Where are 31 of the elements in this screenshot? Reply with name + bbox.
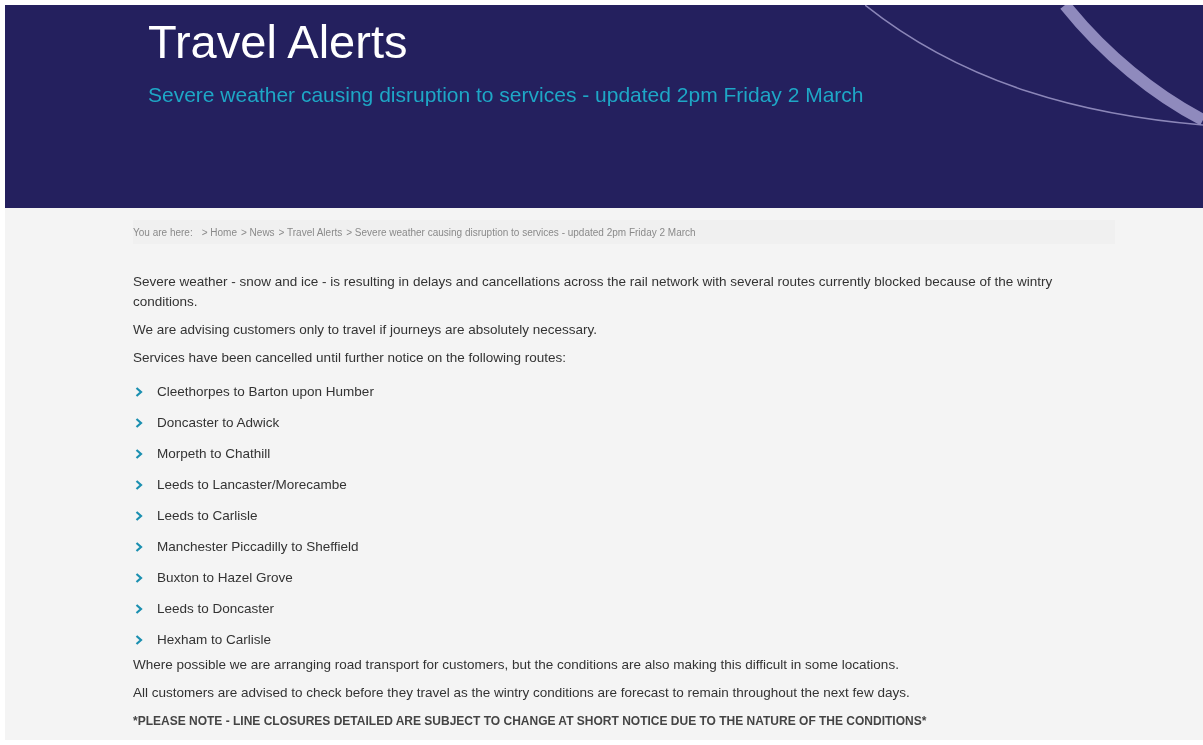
chevron-icon — [135, 541, 143, 552]
route-item: Leeds to Doncaster — [157, 601, 275, 616]
page-subtitle: Severe weather causing disruption to services - updated 2pm Friday 2 March — [148, 85, 864, 105]
chevron-icon — [135, 634, 143, 645]
breadcrumb-label: You are here: — [133, 226, 193, 238]
route-item: Leeds to Carlisle — [157, 508, 258, 523]
breadcrumb-link[interactable]: > Home — [201, 226, 237, 238]
chevron-icon — [135, 448, 143, 459]
route-item: Doncaster to Adwick — [157, 415, 280, 430]
route-item: Cleethorpes to Barton upon Humber — [157, 384, 374, 399]
chevron-icon — [135, 510, 143, 521]
breadcrumb-link[interactable]: > Severe weather causing disruption to services - updated 2pm Friday 2 March — [346, 226, 696, 238]
route-item: Leeds to Lancaster/Morecambe — [157, 477, 347, 492]
route-item: Hexham to Carlisle — [157, 632, 272, 647]
chevron-icon — [135, 386, 143, 397]
paragraph: Where possible we are arranging road transport for customers, but the conditions are also making this difficult in some locations. — [133, 656, 900, 674]
breadcrumb-link[interactable]: > Travel Alerts — [278, 226, 343, 238]
paragraph: Severe weather - snow and ice - is resulting in delays and cancellations across the rail network with several routes currently blocked because of the wintry conditions. — [133, 273, 1054, 311]
notice-text: *PLEASE NOTE - LINE CLOSURES DETAILED ARE SUBJECT TO CHANGE AT SHORT NOTICE DUE TO THE NATURE OF THE CONDITIONS* — [133, 713, 928, 730]
chevron-icon — [135, 572, 143, 583]
route-item: Manchester Piccadilly to Sheffield — [157, 539, 359, 554]
chevron-icon — [135, 417, 143, 428]
chevron-icon — [135, 479, 143, 490]
paragraph: Services have been cancelled until further notice on the following routes: — [133, 349, 567, 367]
paragraph: All customers are advised to check before they travel as the wintry conditions are forecast to remain throughout the next few days. — [133, 684, 911, 702]
chevron-icon — [135, 603, 143, 614]
route-item: Buxton to Hazel Grove — [157, 570, 293, 585]
route-item: Morpeth to Chathill — [157, 446, 271, 461]
page-title: Travel Alerts — [148, 14, 408, 70]
breadcrumb-link[interactable]: > News — [241, 226, 275, 238]
paragraph: We are advising customers only to travel if journeys are absolutely necessary. — [133, 321, 598, 339]
